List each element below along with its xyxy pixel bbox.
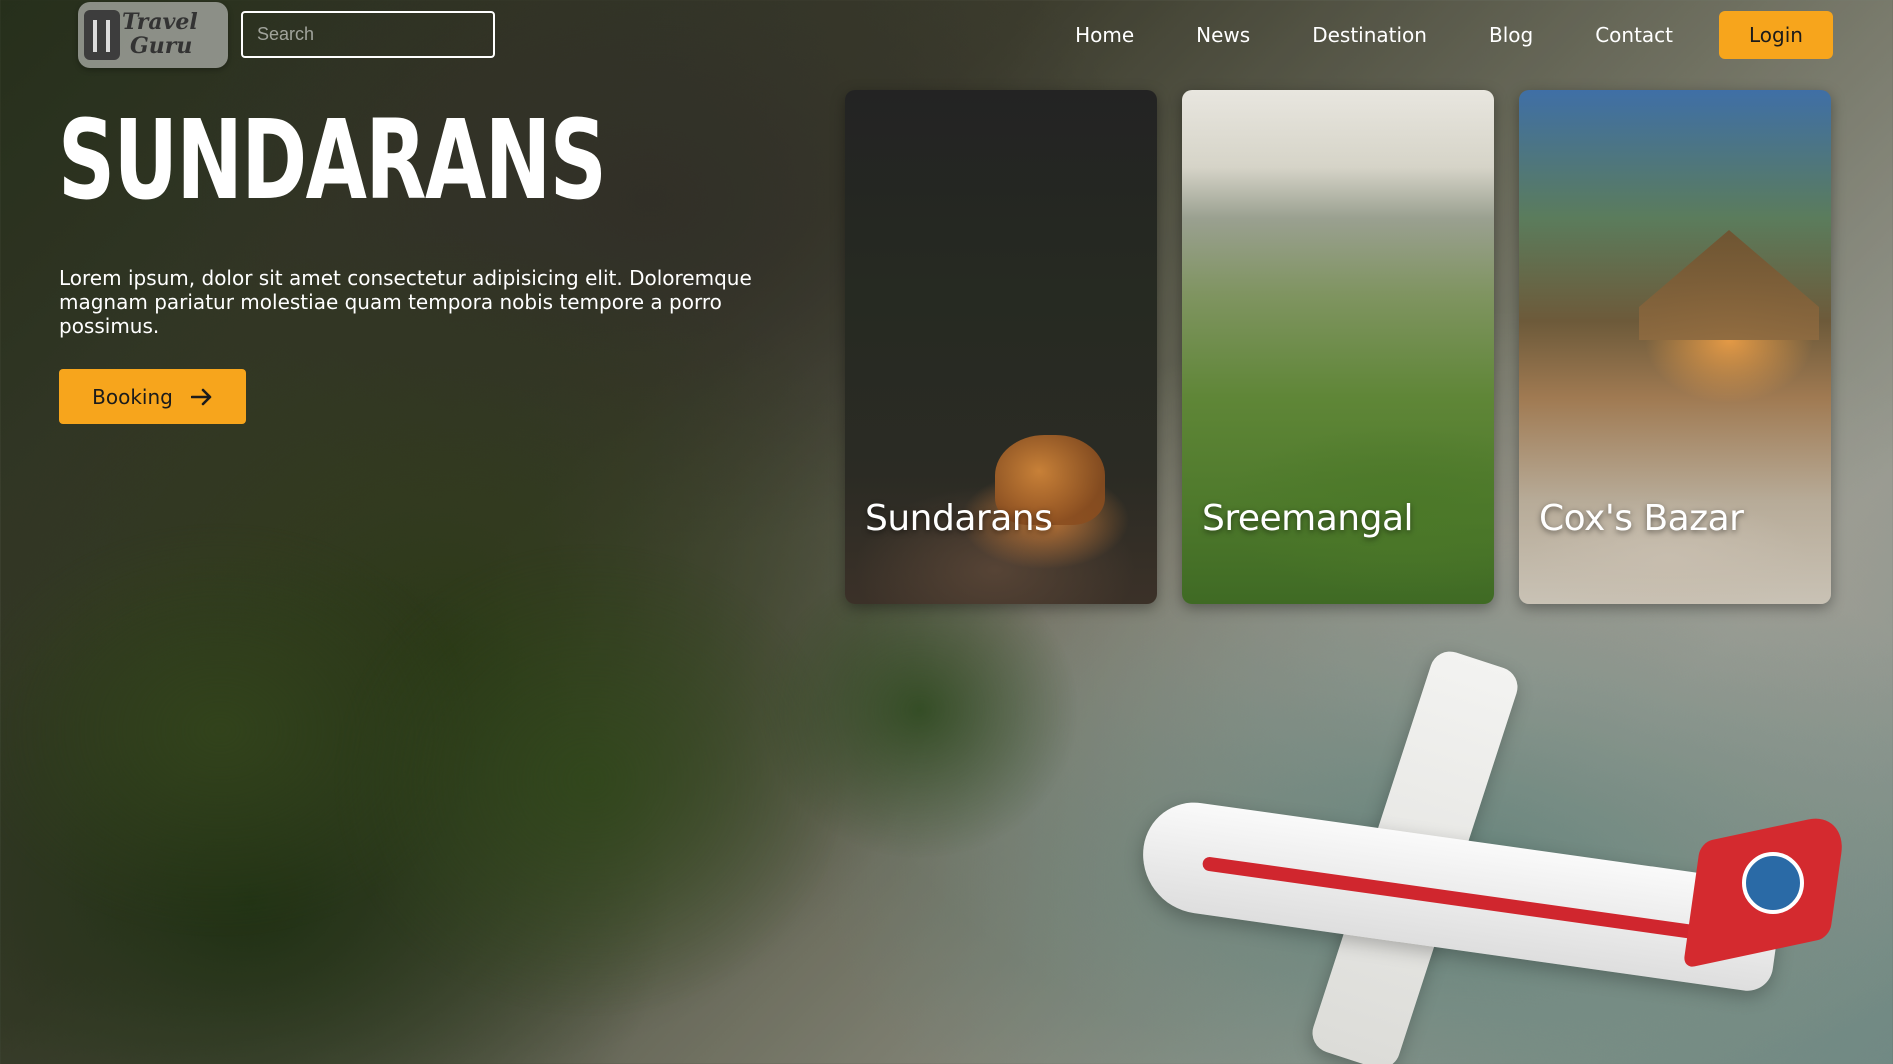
main-nav: Home News Destination Blog Contact Login [1075, 11, 1833, 59]
login-button[interactable]: Login [1719, 11, 1833, 59]
nav-home[interactable]: Home [1075, 23, 1134, 47]
destination-card-coxs-bazar[interactable]: Cox's Bazar [1519, 90, 1831, 604]
hut-image [1639, 230, 1819, 340]
destination-card-sundarans[interactable]: Sundarans [845, 90, 1157, 604]
plane-logo [1742, 852, 1804, 914]
logo-line-2: Guru [130, 33, 193, 59]
seaplane-illustration [1130, 630, 1850, 1064]
top-header: Travel Guru Home News Destination Blog C… [0, 0, 1893, 72]
arrow-right-icon [190, 388, 212, 405]
nav-news[interactable]: News [1196, 23, 1250, 47]
booking-button[interactable]: Booking [59, 369, 246, 424]
card-label: Sreemangal [1202, 498, 1414, 539]
logo-text: Travel Guru [122, 10, 198, 58]
nav-contact[interactable]: Contact [1595, 23, 1673, 47]
hero-title: SUNDARANS [58, 96, 607, 224]
logo[interactable]: Travel Guru [78, 2, 228, 68]
logo-line-1: Travel [122, 9, 198, 35]
nav-destination[interactable]: Destination [1312, 23, 1427, 47]
card-label: Sundarans [865, 498, 1053, 539]
hero-description: Lorem ipsum, dolor sit amet consectetur … [59, 266, 752, 338]
card-label: Cox's Bazar [1539, 498, 1744, 539]
luggage-icon [84, 10, 120, 60]
palm-decoration [760, 560, 1080, 860]
palm-decoration [330, 540, 850, 1020]
nav-blog[interactable]: Blog [1489, 23, 1533, 47]
booking-label: Booking [92, 384, 173, 409]
search-input[interactable] [241, 11, 495, 58]
destination-card-sreemangal[interactable]: Sreemangal [1182, 90, 1494, 604]
